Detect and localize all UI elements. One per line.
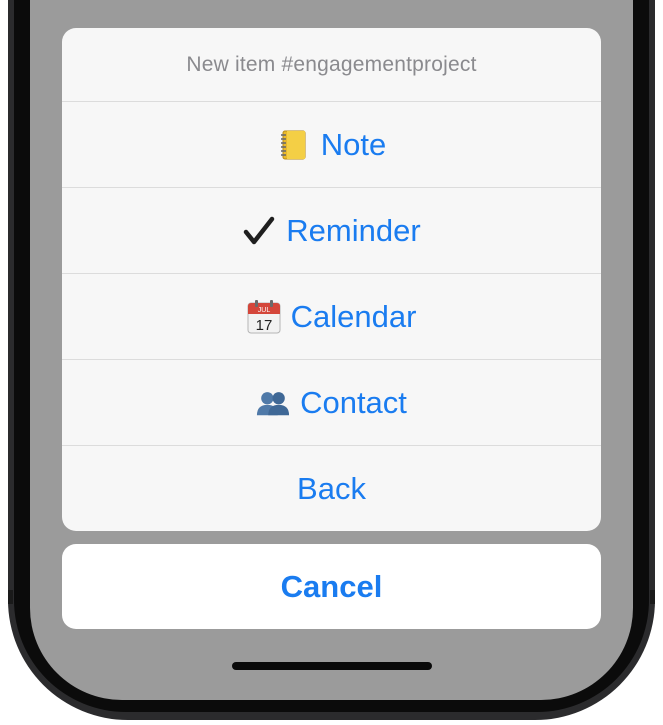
contacts-icon	[256, 386, 290, 420]
calendar-icon-day: 17	[255, 317, 272, 334]
action-sheet: New item #engagementproject Note Reminde…	[62, 28, 601, 531]
phone-side-button-left	[8, 590, 13, 604]
screen: New item #engagementproject Note Reminde…	[30, 0, 633, 700]
calendar-action-button[interactable]: JUL 17 Calendar	[62, 274, 601, 360]
reminder-action-label: Reminder	[286, 212, 421, 248]
back-action-label: Back	[297, 470, 366, 506]
calendar-icon: JUL 17	[247, 299, 281, 334]
home-indicator[interactable]	[232, 662, 432, 670]
reminder-action-button[interactable]: Reminder	[62, 188, 601, 274]
notebook-icon	[277, 128, 311, 162]
note-action-label: Note	[320, 126, 387, 162]
contact-action-button[interactable]: Contact	[62, 360, 601, 446]
calendar-icon-month: JUL	[257, 307, 270, 314]
phone-side-button-right	[650, 590, 655, 604]
action-sheet-title: New item #engagementproject	[62, 28, 601, 102]
calendar-action-label: Calendar	[290, 298, 417, 334]
note-action-button[interactable]: Note	[62, 102, 601, 188]
cancel-button-label: Cancel	[280, 568, 383, 604]
checkmark-icon	[242, 214, 276, 248]
back-action-button[interactable]: Back	[62, 446, 601, 531]
cancel-button[interactable]: Cancel	[62, 544, 601, 629]
contact-action-label: Contact	[300, 384, 407, 420]
